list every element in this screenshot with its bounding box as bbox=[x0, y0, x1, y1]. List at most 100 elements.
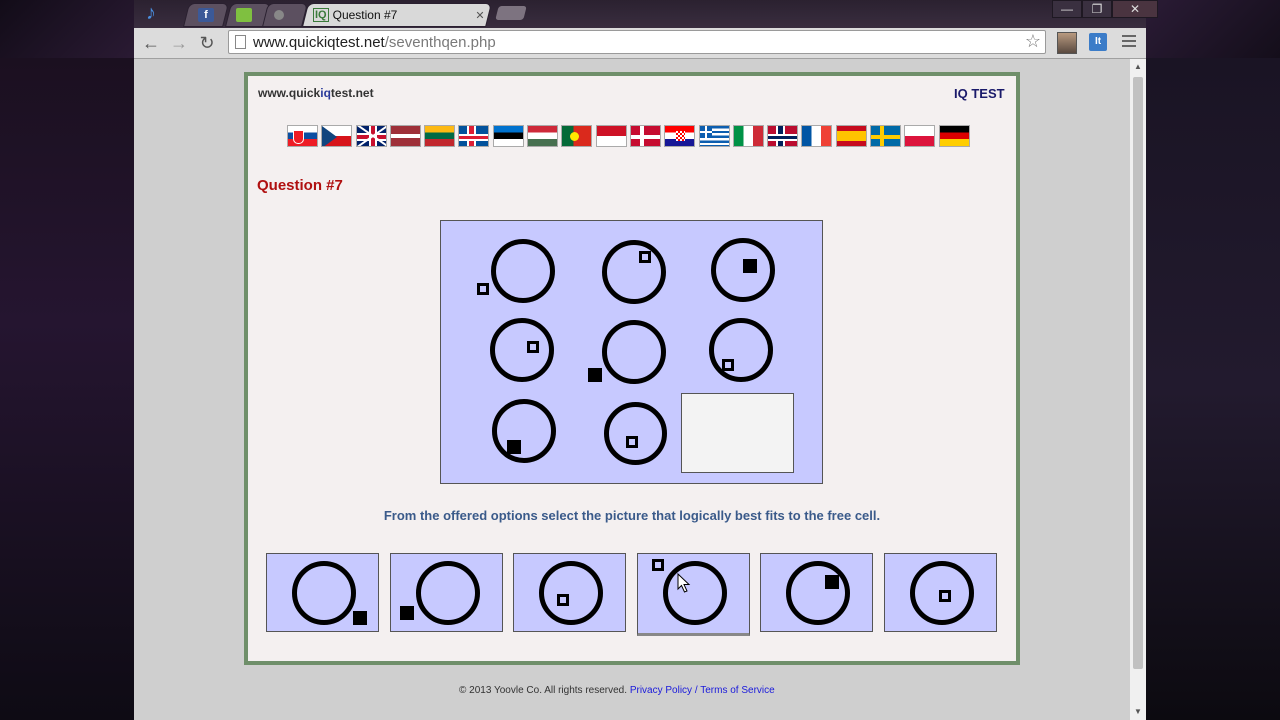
tab-title: Question #7 bbox=[332, 8, 398, 22]
desktop-background bbox=[1146, 58, 1280, 720]
desktop-background bbox=[0, 58, 134, 720]
url-text: www.quickiqtest.net/seventhqen.php bbox=[253, 34, 496, 51]
brand-title: IQ TEST bbox=[954, 86, 1005, 101]
close-window-button[interactable]: ✕ bbox=[1112, 0, 1158, 18]
facebook-icon: f bbox=[198, 5, 214, 25]
puzzle-cell-4-square bbox=[527, 341, 539, 353]
desktop-background bbox=[0, 0, 134, 58]
extension-icon bbox=[236, 5, 252, 25]
answer-option-2[interactable] bbox=[390, 553, 503, 632]
puzzle-cell-7-circle bbox=[492, 399, 556, 463]
flag-norway-icon[interactable] bbox=[767, 125, 799, 147]
option-5-square bbox=[825, 575, 839, 589]
url-path: /seventhqen.php bbox=[384, 34, 496, 51]
reload-icon[interactable]: ↻ bbox=[196, 32, 218, 54]
puzzle-cell-7-square bbox=[507, 440, 521, 454]
flag-sweden-icon[interactable] bbox=[870, 125, 902, 147]
flag-portugal-icon[interactable] bbox=[561, 125, 593, 147]
instructions: From the offered options select the pict… bbox=[383, 508, 881, 523]
question-title: Question #7 bbox=[257, 177, 343, 194]
music-note-icon[interactable]: ♪ bbox=[146, 2, 168, 24]
footer: © 2013 Yoovle Co. All rights reserved. P… bbox=[459, 685, 775, 696]
profile-avatar[interactable] bbox=[1057, 32, 1077, 54]
puzzle-cell-3-square bbox=[743, 259, 757, 273]
flag-slovakia-icon[interactable] bbox=[287, 125, 318, 147]
option-5-circle bbox=[786, 561, 850, 625]
copyright-text: © 2013 Yoovle Co. All rights reserved. bbox=[459, 685, 628, 696]
puzzle-cell-5-circle bbox=[602, 320, 666, 384]
site-link-highlight: iq bbox=[320, 86, 331, 100]
flag-greece-icon[interactable] bbox=[698, 125, 730, 147]
minimize-button[interactable]: — bbox=[1052, 0, 1082, 18]
footer-separator: / bbox=[692, 685, 701, 696]
option-2-square bbox=[400, 606, 414, 620]
flag-iceland-icon[interactable] bbox=[458, 125, 490, 147]
flag-italy-icon[interactable] bbox=[732, 125, 764, 147]
flag-uk-icon[interactable] bbox=[355, 125, 387, 147]
puzzle-cell-2-circle bbox=[602, 240, 666, 304]
flag-germany-icon[interactable] bbox=[938, 125, 970, 147]
address-bar[interactable]: www.quickiqtest.net/seventhqen.php ☆ bbox=[228, 30, 1046, 54]
puzzle-cell-5-square bbox=[588, 368, 602, 382]
option-4-square bbox=[652, 559, 664, 571]
answer-option-6[interactable] bbox=[884, 553, 997, 632]
restore-button[interactable]: ❐ bbox=[1082, 0, 1112, 18]
flag-denmark-icon[interactable] bbox=[629, 125, 661, 147]
tab-favicon-icon bbox=[274, 5, 284, 25]
language-flags bbox=[287, 125, 970, 147]
flag-latvia-icon[interactable] bbox=[389, 125, 421, 147]
flag-poland-icon[interactable] bbox=[904, 125, 936, 147]
option-3-square bbox=[557, 594, 569, 606]
forward-arrow-icon[interactable]: → bbox=[168, 32, 190, 54]
option-4-circle bbox=[663, 561, 727, 625]
extension-button[interactable]: It bbox=[1089, 33, 1107, 51]
option-3-circle bbox=[539, 561, 603, 625]
tab-other[interactable] bbox=[262, 3, 308, 27]
terms-of-service-link[interactable]: Terms of Service bbox=[700, 685, 774, 696]
bookmark-star-icon[interactable]: ☆ bbox=[1025, 31, 1041, 52]
new-tab-button[interactable] bbox=[495, 6, 527, 20]
puzzle-cell-6-square bbox=[722, 359, 734, 371]
privacy-policy-link[interactable]: Privacy Policy bbox=[630, 685, 692, 696]
answer-option-3[interactable] bbox=[513, 553, 626, 632]
window-controls: — ❐ ✕ bbox=[1052, 0, 1158, 18]
flag-indonesia-icon[interactable] bbox=[595, 125, 627, 147]
puzzle-cell-8-circle bbox=[604, 402, 667, 465]
scroll-up-arrow-icon[interactable]: ▲ bbox=[1130, 59, 1146, 75]
site-link-prefix: www.quick bbox=[258, 86, 321, 100]
back-arrow-icon[interactable]: ← bbox=[140, 32, 162, 54]
answer-option-1[interactable] bbox=[266, 553, 379, 632]
option-2-circle bbox=[416, 561, 480, 625]
iq-favicon-icon: IQ bbox=[313, 8, 329, 22]
free-cell bbox=[681, 393, 794, 473]
puzzle-cell-1-circle bbox=[491, 239, 555, 303]
tab-close-icon[interactable]: ✕ bbox=[475, 9, 484, 22]
desktop-background bbox=[1146, 0, 1280, 58]
site-link[interactable]: www.quickiqtest.net bbox=[258, 86, 374, 100]
site-link-suffix: test.net bbox=[330, 86, 374, 100]
puzzle-cell-6-circle bbox=[709, 318, 773, 382]
flag-croatia-icon[interactable] bbox=[664, 125, 696, 147]
puzzle-cell-1-square bbox=[477, 283, 489, 295]
flag-lithuania-icon[interactable] bbox=[424, 125, 456, 147]
option-1-circle bbox=[292, 561, 356, 625]
puzzle-cell-8-square bbox=[626, 436, 638, 448]
scroll-thumb[interactable] bbox=[1133, 77, 1143, 669]
puzzle-cell-4-circle bbox=[490, 318, 554, 382]
flag-czech-icon[interactable] bbox=[321, 125, 353, 147]
url-domain: www.quickiqtest.net bbox=[253, 34, 385, 51]
puzzle-cell-2-square bbox=[639, 251, 651, 263]
page-icon bbox=[235, 35, 246, 49]
option-1-square bbox=[353, 611, 367, 625]
flag-spain-icon[interactable] bbox=[835, 125, 867, 147]
flag-france-icon[interactable] bbox=[801, 125, 833, 147]
scroll-down-arrow-icon[interactable]: ▼ bbox=[1130, 704, 1146, 720]
answer-option-5[interactable] bbox=[760, 553, 873, 632]
tab-question-7-content: IQ Question #7 ✕ bbox=[313, 5, 485, 25]
flag-estonia-icon[interactable] bbox=[492, 125, 524, 147]
vertical-scrollbar[interactable]: ▲ ▼ bbox=[1130, 59, 1146, 720]
flag-hungary-icon[interactable] bbox=[527, 125, 559, 147]
chrome-menu-icon[interactable] bbox=[1122, 35, 1136, 47]
option-6-square bbox=[939, 590, 951, 602]
answer-option-4[interactable] bbox=[637, 553, 750, 636]
